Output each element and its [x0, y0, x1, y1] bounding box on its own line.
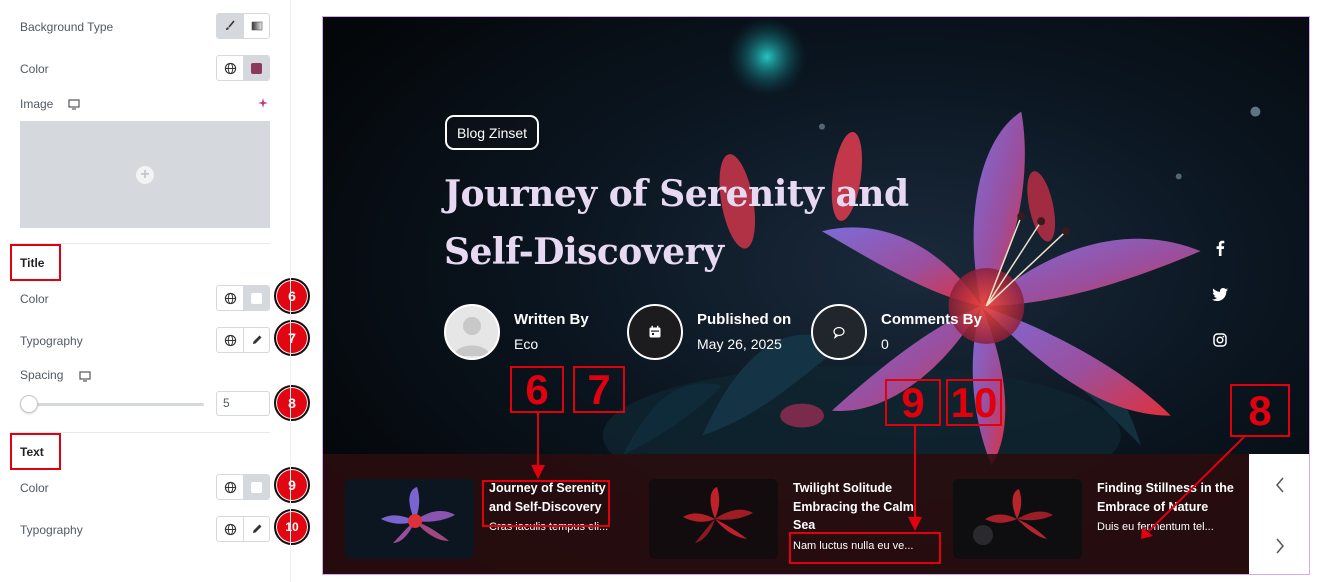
- next-button[interactable]: [1249, 515, 1309, 574]
- title-section-heading[interactable]: Title: [10, 244, 61, 281]
- annotation-badge-9: 9: [274, 467, 310, 503]
- color-swatch-button[interactable]: [243, 56, 269, 80]
- desktop-icon[interactable]: [79, 369, 91, 387]
- category-tag[interactable]: Blog Zinset: [445, 115, 540, 150]
- title-typography-label: Typography: [20, 334, 83, 348]
- globe-icon[interactable]: [217, 286, 243, 310]
- meta-author-value[interactable]: Eco: [514, 334, 589, 354]
- panel-divider: [290, 0, 291, 582]
- background-type-label: Background Type: [20, 20, 114, 34]
- settings-panel: Background Type Color Image + Title Colo…: [0, 0, 310, 582]
- spacing-label: Spacing: [20, 368, 64, 382]
- meta-date-label: Published on: [697, 311, 792, 328]
- post-thumbnail[interactable]: [345, 479, 474, 559]
- pencil-icon[interactable]: [243, 328, 269, 352]
- meta-author-label: Written By: [514, 311, 589, 328]
- text-section-heading[interactable]: Text: [10, 433, 61, 470]
- facebook-icon[interactable]: [1208, 236, 1232, 260]
- color-swatch-button[interactable]: [243, 286, 269, 310]
- background-color-control: [216, 55, 270, 81]
- twitter-icon[interactable]: [1208, 282, 1232, 306]
- post-card-excerpt: Duis eu fermentum tel...: [1097, 521, 1214, 533]
- calendar-icon: [627, 304, 683, 360]
- chevron-right-icon: [1276, 538, 1284, 553]
- avatar: [444, 304, 500, 360]
- annotation-callout-8: 8: [1230, 384, 1290, 437]
- text-typography-label: Typography: [20, 523, 83, 537]
- post-card-title[interactable]: Twilight Solitude Embracing the Calm Sea: [793, 479, 933, 535]
- background-type-toggle: [216, 13, 270, 39]
- color-swatch: [251, 292, 262, 304]
- post-card-title[interactable]: Finding Stillness in the Embrace of Natu…: [1097, 479, 1237, 516]
- annotation-badge-7: 7: [274, 320, 310, 356]
- annotation-badge-6: 6: [274, 278, 310, 314]
- title-typography-control: [216, 327, 270, 353]
- post-thumbnail[interactable]: [953, 479, 1082, 559]
- meta-date: Published on May 26, 2025: [627, 304, 791, 360]
- meta-author: Written By Eco: [444, 304, 589, 360]
- globe-icon[interactable]: [217, 56, 243, 80]
- prev-button[interactable]: [1249, 454, 1309, 515]
- highlight-card-title: [482, 480, 610, 527]
- instagram-icon[interactable]: [1208, 328, 1232, 352]
- post-thumbnail[interactable]: [649, 479, 778, 559]
- gradient-icon[interactable]: [243, 14, 269, 38]
- color-swatch-button[interactable]: [243, 475, 269, 499]
- slider-nav: [1249, 454, 1309, 574]
- spacing-slider-track[interactable]: [28, 403, 204, 406]
- annotation-callout-9: 9: [885, 379, 941, 426]
- text-typography-control: [216, 516, 270, 542]
- text-color-control: [216, 474, 270, 500]
- meta-comments-label: Comments By: [881, 311, 982, 328]
- spacing-input[interactable]: 5: [216, 391, 270, 416]
- hero-title[interactable]: Journey of Serenity and Self-Discovery: [444, 165, 1004, 281]
- color-swatch: [251, 62, 262, 74]
- pencil-icon[interactable]: [243, 517, 269, 541]
- add-image-icon: +: [136, 165, 154, 184]
- annotation-callout-6: 6: [510, 366, 564, 413]
- title-color-control: [216, 285, 270, 311]
- highlight-card-excerpt: [789, 532, 941, 564]
- meta-comments: Comments By 0: [811, 304, 982, 360]
- globe-icon[interactable]: [217, 517, 243, 541]
- annotation-callout-7: 7: [573, 366, 625, 413]
- globe-icon[interactable]: [217, 328, 243, 352]
- desktop-icon[interactable]: [68, 97, 80, 115]
- title-color-label: Color: [20, 292, 49, 306]
- text-color-label: Color: [20, 481, 49, 495]
- color-label: Color: [20, 62, 49, 76]
- spacing-slider-handle[interactable]: [20, 395, 38, 413]
- meta-comments-value[interactable]: 0: [881, 334, 982, 354]
- post-card[interactable]: Finding Stillness in the Embrace of Natu…: [953, 479, 1237, 559]
- ai-sparkle-icon[interactable]: [257, 97, 270, 115]
- globe-icon[interactable]: [217, 475, 243, 499]
- brush-icon[interactable]: [217, 14, 243, 38]
- color-swatch: [251, 481, 262, 493]
- comment-icon: [811, 304, 867, 360]
- chevron-left-icon: [1276, 477, 1284, 492]
- meta-date-value: May 26, 2025: [697, 336, 782, 352]
- image-label: Image: [20, 97, 54, 111]
- annotation-badge-8: 8: [274, 385, 310, 421]
- annotation-badge-10: 10: [274, 509, 310, 545]
- image-upload-area[interactable]: +: [20, 121, 270, 228]
- blog-slider-preview: Blog Zinset Journey of Serenity and Self…: [322, 16, 1310, 575]
- annotation-callout-10: 10: [946, 379, 1002, 426]
